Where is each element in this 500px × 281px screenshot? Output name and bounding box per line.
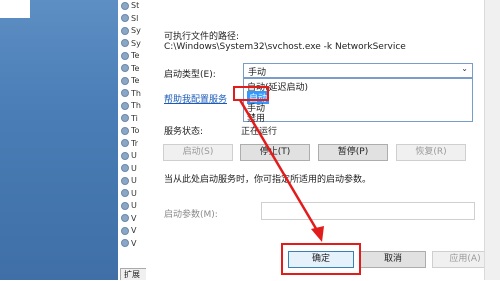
gear-icon — [121, 51, 129, 60]
service-list-item[interactable]: U — [118, 175, 146, 188]
service-name: Th — [131, 88, 141, 98]
gear-icon — [121, 189, 129, 197]
gear-icon — [121, 176, 129, 185]
service-list-item[interactable]: V — [118, 213, 146, 226]
service-list-item[interactable]: St — [118, 0, 146, 13]
service-list-item[interactable]: V — [118, 238, 146, 251]
service-list-item[interactable]: U — [118, 188, 146, 201]
service-name: Tr — [131, 138, 138, 148]
service-list-item[interactable]: U — [118, 200, 146, 213]
service-list-item[interactable]: Te — [118, 50, 146, 63]
service-name: Te — [131, 63, 140, 73]
gear-icon — [121, 114, 129, 122]
services-list[interactable]: St Sl Sy Sy Te Te Te Th Th Ti To Tr U U U U U V V V — [118, 0, 147, 268]
service-name: V — [131, 213, 137, 223]
service-list-item[interactable]: Ti — [118, 113, 146, 126]
gear-icon — [121, 64, 129, 72]
service-name: Th — [131, 101, 141, 110]
service-list-item[interactable]: Th — [118, 100, 146, 113]
service-name: Sl — [131, 13, 139, 23]
gear-icon — [121, 214, 129, 222]
gear-icon — [121, 14, 129, 22]
service-name: U — [131, 188, 137, 198]
service-list-item[interactable]: Sl — [118, 13, 146, 26]
gear-icon — [121, 151, 129, 160]
service-name: Ti — [131, 113, 138, 123]
service-name: Sy — [131, 38, 141, 48]
gear-icon — [121, 39, 129, 47]
service-name: U — [131, 176, 137, 185]
service-name: St — [131, 1, 140, 10]
gear-icon — [121, 126, 129, 135]
gear-icon — [121, 26, 129, 35]
service-list-item[interactable]: Sy — [118, 38, 146, 51]
service-list-item[interactable]: To — [118, 125, 146, 138]
gear-icon — [121, 101, 129, 110]
service-name: Te — [131, 51, 140, 60]
service-properties-dialog: 可执行文件的路径: C:\Windows\System32\svchost.ex… — [146, 0, 500, 280]
gear-icon — [121, 239, 129, 247]
gear-icon — [121, 76, 129, 85]
service-list-item[interactable]: Te — [118, 75, 146, 88]
service-list-item[interactable]: Te — [118, 63, 146, 76]
gear-icon — [121, 201, 129, 210]
desktop-background — [0, 0, 118, 280]
gear-icon — [121, 1, 129, 10]
service-name: V — [131, 238, 137, 248]
gear-icon — [121, 89, 129, 97]
desktop-white-area — [0, 0, 30, 18]
service-list-item[interactable]: Th — [118, 88, 146, 101]
service-list-item[interactable]: Tr — [118, 138, 146, 151]
annotation-arrow — [238, 99, 324, 242]
service-name: Te — [131, 76, 140, 85]
service-list-item[interactable]: Sy — [118, 25, 146, 38]
gear-icon — [121, 226, 129, 235]
service-name: Sy — [131, 26, 141, 35]
service-list-item[interactable]: U — [118, 150, 146, 163]
service-list-item[interactable]: U — [118, 163, 146, 176]
service-name: U — [131, 163, 137, 173]
gear-icon — [121, 164, 129, 172]
service-name: U — [131, 151, 137, 160]
service-name: U — [131, 201, 137, 210]
scrollbar[interactable] — [484, 0, 500, 280]
gear-icon — [121, 139, 129, 147]
service-name: To — [131, 126, 140, 135]
service-list-item[interactable]: V — [118, 225, 146, 238]
service-name: V — [131, 226, 137, 235]
